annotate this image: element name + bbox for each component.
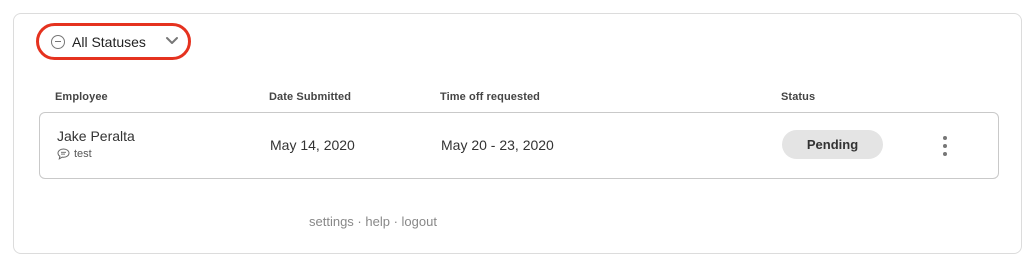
status-badge: Pending [782, 130, 883, 159]
status-filter-label: All Statuses [72, 33, 146, 50]
table-row[interactable]: Jake Peralta test May 14, 2020 May 20 - … [39, 112, 999, 179]
settings-link[interactable]: settings [309, 214, 354, 229]
kebab-dot [943, 144, 947, 148]
chevron-down-icon [165, 37, 178, 44]
logout-link[interactable]: logout [402, 214, 437, 229]
column-header-employee: Employee [55, 91, 108, 103]
help-link[interactable]: help [365, 214, 390, 229]
footer-links: settings · help · logout [309, 214, 437, 229]
date-submitted: May 14, 2020 [270, 137, 355, 153]
status-filter-dropdown[interactable]: All Statuses [36, 23, 191, 60]
comment: test [57, 148, 92, 160]
time-off-requested: May 20 - 23, 2020 [441, 137, 554, 153]
kebab-dot [943, 136, 947, 140]
kebab-dot [943, 152, 947, 156]
column-header-status: Status [781, 91, 816, 103]
speech-bubble-icon [57, 148, 70, 160]
footer-separator: · [353, 214, 366, 229]
employee-name: Jake Peralta [57, 128, 135, 144]
column-header-date-submitted: Date Submitted [269, 91, 352, 103]
comment-text: test [74, 148, 92, 160]
column-header-time-off: Time off requested [440, 91, 541, 103]
more-options-icon[interactable] [938, 134, 952, 158]
footer-separator: · [389, 214, 402, 229]
minus-circle-icon [51, 34, 65, 49]
